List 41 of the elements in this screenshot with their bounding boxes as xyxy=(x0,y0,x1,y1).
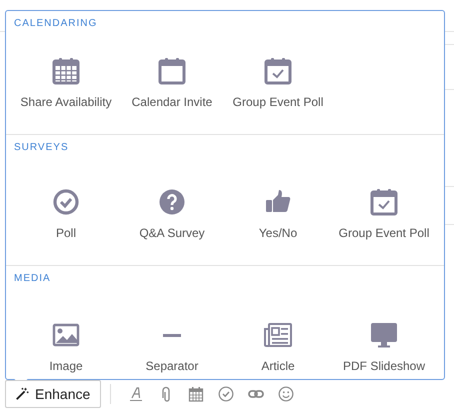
option-label: Article xyxy=(261,359,295,373)
insert-option[interactable]: Poll xyxy=(13,188,119,240)
option-label: Group Event Poll xyxy=(232,95,324,109)
insert-option[interactable]: Calendar Invite xyxy=(119,57,225,109)
section-title: MEDIA xyxy=(13,272,52,286)
text-format-icon[interactable] xyxy=(128,386,144,402)
calendar-icon[interactable] xyxy=(188,386,204,402)
newspaper-icon xyxy=(264,321,292,349)
section-title: CALENDARING xyxy=(13,17,98,31)
monitor-icon xyxy=(370,321,398,349)
insert-option[interactable]: Group Event Poll xyxy=(225,57,331,109)
check-circle-icon xyxy=(52,188,80,216)
option-label: Calendar Invite xyxy=(132,95,212,109)
option-label: Yes/No xyxy=(258,226,298,240)
option-label: Q&A Survey xyxy=(139,226,205,240)
insert-option[interactable]: Image xyxy=(13,321,119,373)
option-label: PDF Slideshow xyxy=(342,359,426,373)
check-circle-icon[interactable] xyxy=(218,386,234,402)
enhance-button[interactable]: Enhance xyxy=(5,380,102,408)
insert-option[interactable]: PDF Slideshow xyxy=(331,321,437,373)
option-label: Share Availability xyxy=(20,95,112,109)
insert-option[interactable]: Group Event Poll xyxy=(331,188,437,240)
calendar-check-icon xyxy=(264,57,292,85)
option-label: Image xyxy=(49,359,83,373)
insert-option[interactable]: Q&A Survey xyxy=(119,188,225,240)
insert-option[interactable]: Article xyxy=(225,321,331,373)
image-icon xyxy=(52,321,80,349)
section-title: SURVEYS xyxy=(13,141,70,155)
calendar-icon xyxy=(158,57,186,85)
separator-icon xyxy=(163,334,181,336)
magic-wand-icon xyxy=(15,387,29,401)
calendar-check-icon xyxy=(370,188,398,216)
option-label: Poll xyxy=(56,226,76,240)
option-label: Separator xyxy=(146,359,198,373)
insert-option[interactable]: Separator xyxy=(119,321,225,373)
calendar-grid-icon xyxy=(52,57,80,85)
insert-option[interactable]: Share Availability xyxy=(13,57,119,109)
smiley-icon[interactable] xyxy=(278,386,294,402)
question-icon xyxy=(158,188,186,216)
insert-option[interactable]: Yes/No xyxy=(225,188,331,240)
option-label: Group Event Poll xyxy=(338,226,430,240)
